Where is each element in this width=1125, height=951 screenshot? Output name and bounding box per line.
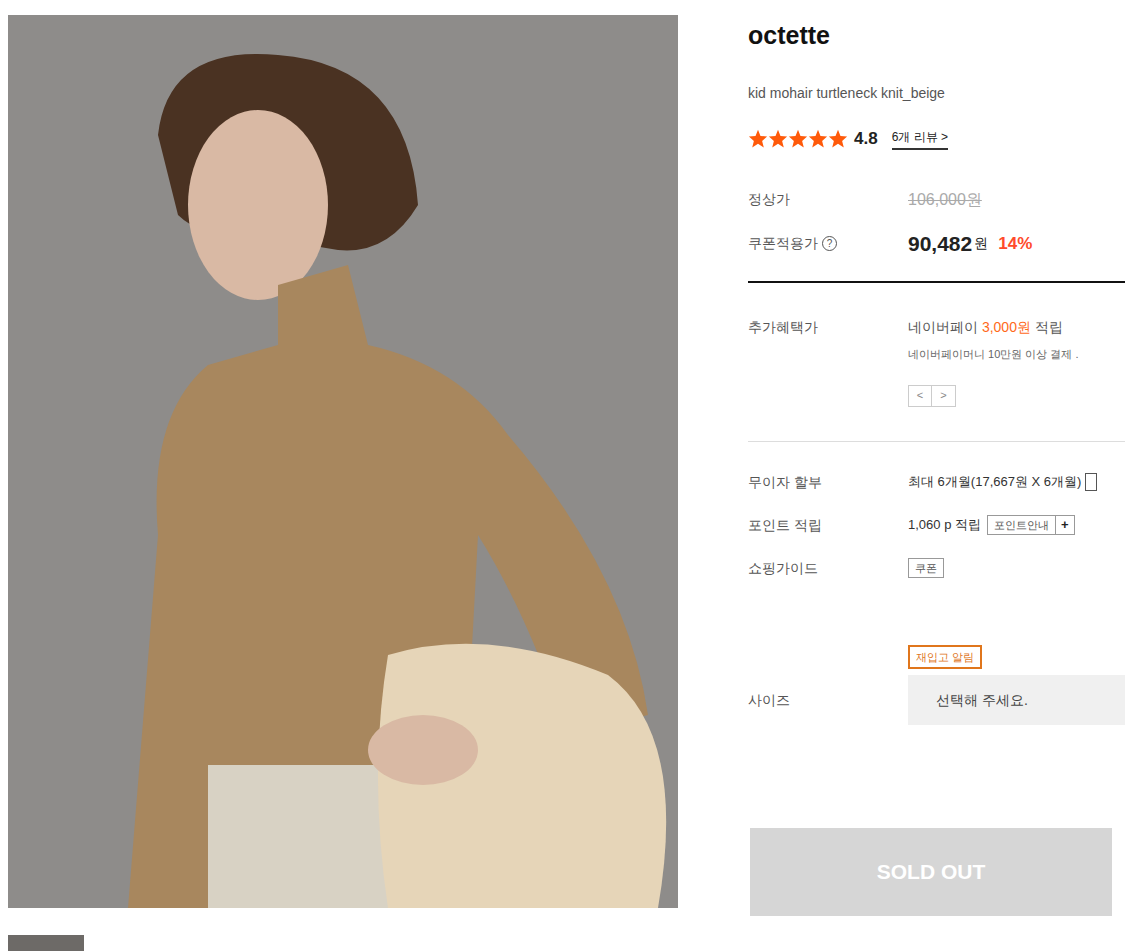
benefit-label: 추가혜택가 [748, 317, 908, 407]
size-placeholder: 선택해 주세요. [936, 690, 1028, 711]
star-icon [768, 129, 788, 148]
info-button[interactable]: 쿠폰 [908, 558, 944, 579]
info-label: 포인트 적립 [748, 515, 908, 536]
info-label: 무이자 할부 [748, 472, 908, 493]
benefit-prefix: 네이버페이 [908, 319, 982, 335]
currency: 원 [974, 233, 988, 254]
product-photo [8, 15, 678, 908]
info-label: 쇼핑가이드 [748, 558, 908, 579]
star-icon [788, 129, 808, 148]
brand[interactable]: octette [748, 20, 1125, 50]
next-button[interactable]: > [932, 385, 956, 407]
info-value: 최대 6개월(17,667원 X 6개월) [908, 472, 1081, 492]
star-icon [748, 129, 768, 148]
rating-stars [748, 129, 848, 148]
help-icon[interactable]: ? [822, 236, 837, 251]
size-select[interactable]: 선택해 주세요. [908, 675, 1125, 725]
prev-button[interactable]: < [908, 385, 932, 407]
regular-price: 106,000원 [908, 188, 982, 212]
coupon-price: 90,482 [908, 228, 972, 260]
star-icon [828, 129, 848, 148]
product-name: kid mohair turtleneck knit_beige [748, 83, 1125, 104]
discount-rate: 14% [998, 231, 1032, 257]
benefit-detail: 네이버페이머니 10만원 이상 결제 . [908, 346, 1079, 363]
coupon-price-label: 쿠폰적용가 [748, 233, 818, 254]
benefit-amount: 3,000원 [982, 319, 1031, 335]
thumbnail[interactable] [8, 935, 84, 951]
info-value: 1,060 p 적립 [908, 515, 981, 535]
restock-badge[interactable]: 재입고 알림 [908, 645, 982, 670]
info-button[interactable]: 포인트안내 [987, 515, 1056, 536]
regular-price-label: 정상가 [748, 189, 908, 210]
info-box[interactable] [1085, 473, 1097, 491]
reviews-link[interactable]: 6개 리뷰 > [892, 128, 948, 150]
plus-button[interactable]: + [1056, 515, 1075, 535]
info-row: 쇼핑가이드쿠폰 [748, 558, 1125, 579]
sold-out-button: SOLD OUT [750, 828, 1112, 916]
info-row: 포인트 적립1,060 p 적립 포인트안내+ [748, 515, 1125, 536]
model-photo-icon [8, 15, 678, 908]
star-icon [808, 129, 828, 148]
benefit-suffix: 적립 [1031, 319, 1063, 335]
size-label: 사이즈 [748, 690, 908, 711]
info-row: 무이자 할부최대 6개월(17,667원 X 6개월) [748, 472, 1125, 493]
rating-score: 4.8 [854, 126, 878, 152]
